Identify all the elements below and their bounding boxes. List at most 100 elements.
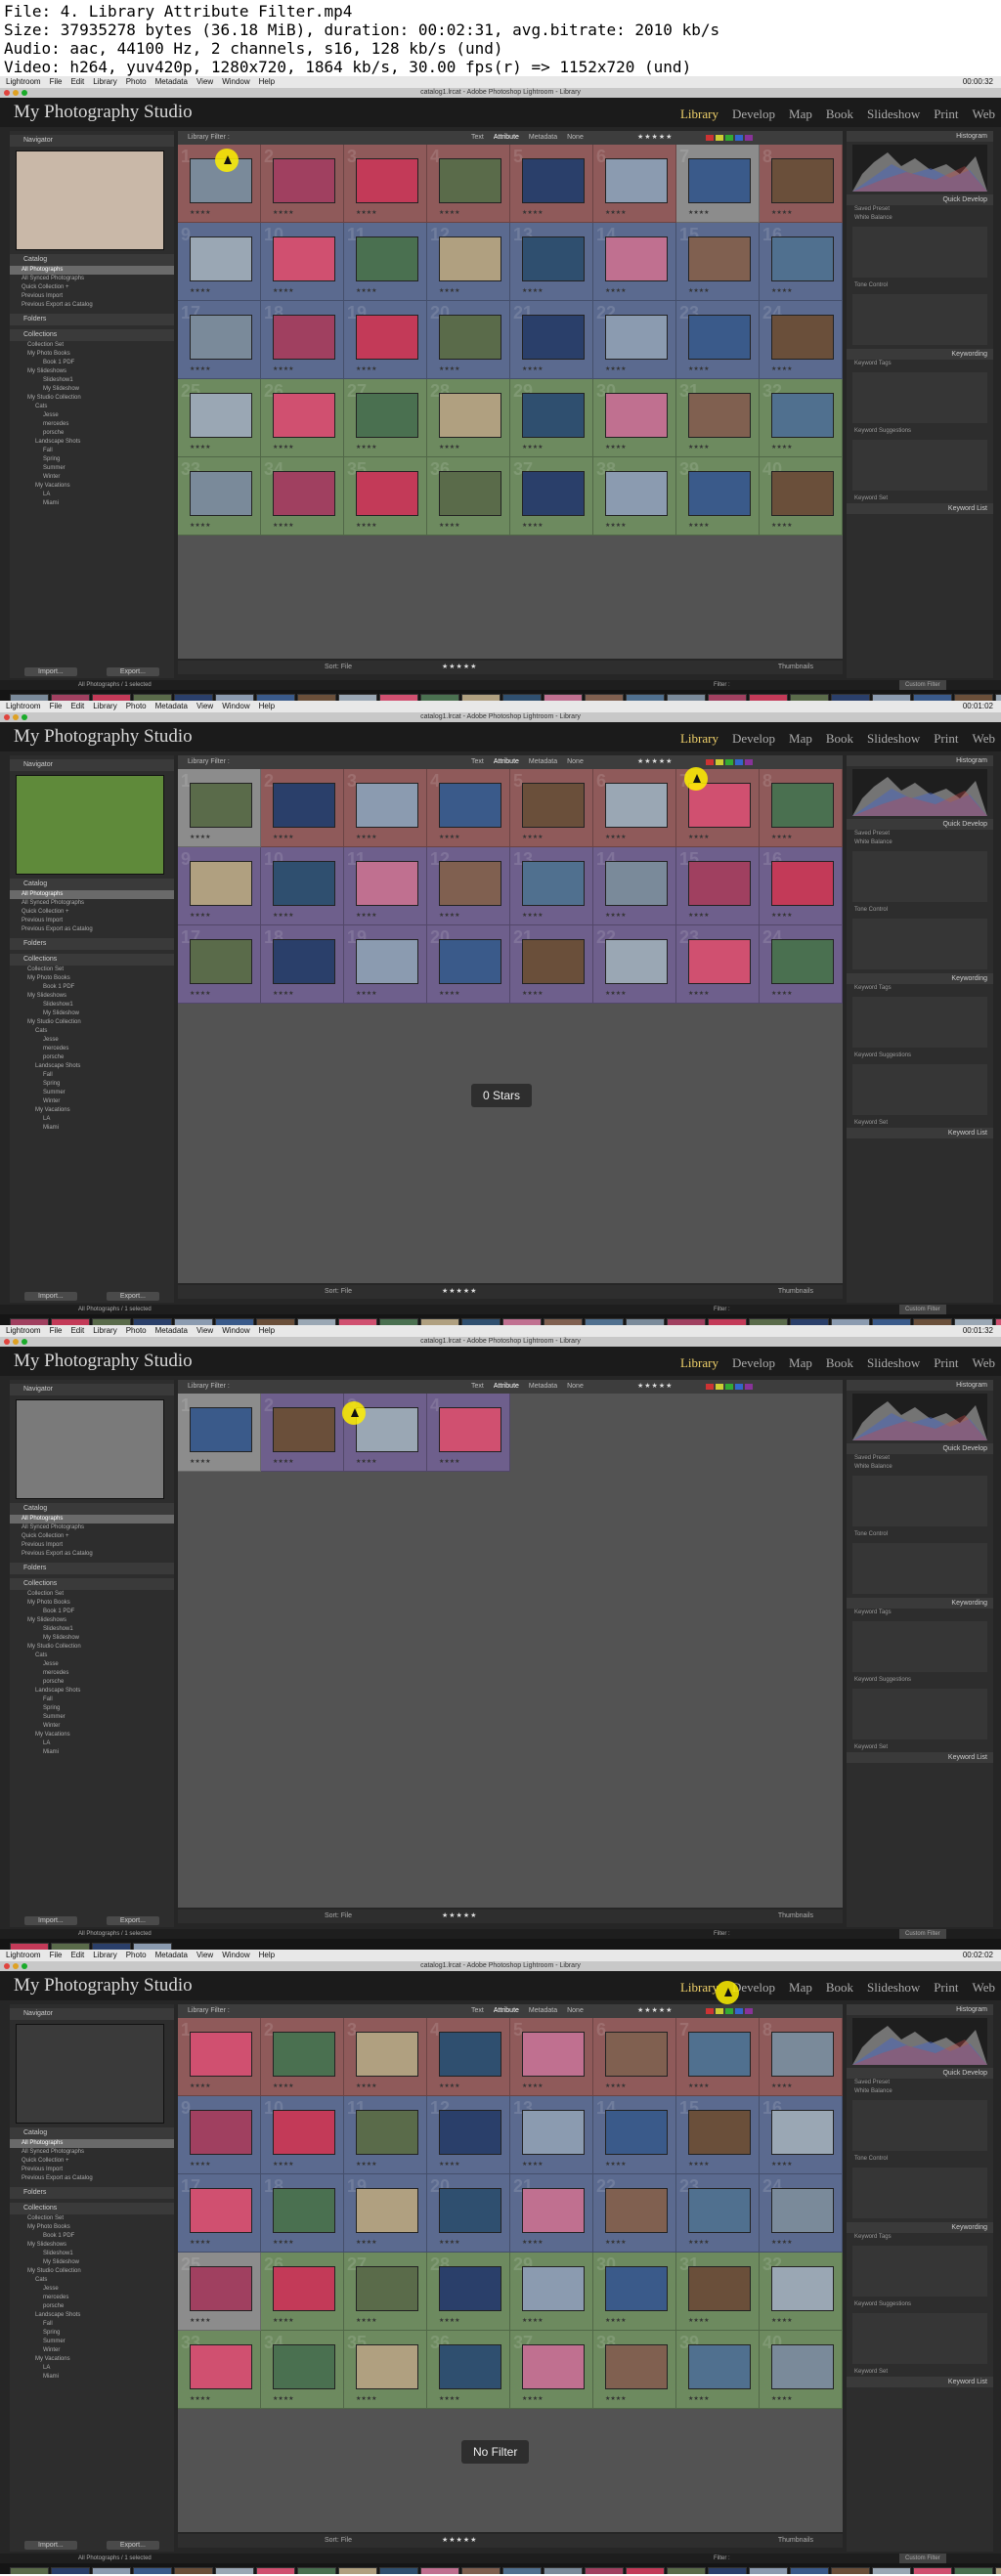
grid-cell[interactable]: 24 ★★★★ bbox=[760, 301, 843, 379]
import-button[interactable]: Import... bbox=[24, 1915, 77, 1925]
collection-item[interactable]: Miami bbox=[10, 2373, 174, 2382]
purple-label-swatch[interactable] bbox=[745, 759, 753, 765]
menu-item[interactable]: Photo bbox=[126, 701, 147, 712]
menu-item[interactable]: Window bbox=[222, 1325, 249, 1337]
green-label-swatch[interactable] bbox=[725, 1384, 733, 1390]
blue-label-swatch[interactable] bbox=[735, 2008, 743, 2014]
navigator-preview[interactable] bbox=[16, 2024, 164, 2124]
filmstrip-thumbnail[interactable] bbox=[133, 694, 172, 701]
thumbnail-image[interactable] bbox=[190, 2344, 252, 2389]
collection-item[interactable]: Winter bbox=[10, 2346, 174, 2355]
import-button[interactable]: Import... bbox=[24, 1291, 77, 1301]
grid-cell[interactable]: 4 ★★★★ bbox=[427, 2018, 510, 2096]
collection-item[interactable]: Summer bbox=[10, 464, 174, 473]
collection-item[interactable]: My Vacations bbox=[10, 482, 174, 491]
grid-cell[interactable]: 4 ★★★★ bbox=[427, 145, 510, 223]
white-balance-controls[interactable] bbox=[852, 227, 987, 278]
filmstrip-thumbnail[interactable] bbox=[215, 1318, 254, 1325]
filter-tab-attribute[interactable]: Attribute bbox=[494, 2004, 519, 2018]
filmstrip-thumbnail[interactable] bbox=[667, 694, 706, 701]
thumbnail-image[interactable] bbox=[273, 315, 335, 360]
menu-item[interactable]: Metadata bbox=[155, 1325, 188, 1337]
collection-item[interactable]: Cats bbox=[10, 1652, 174, 1660]
purple-label-swatch[interactable] bbox=[745, 1384, 753, 1390]
collection-item[interactable]: Fall bbox=[10, 1696, 174, 1704]
thumbnail-image[interactable] bbox=[688, 2188, 751, 2233]
grid-cell[interactable]: 25 ★★★★ bbox=[178, 2253, 261, 2331]
thumbnail-image[interactable] bbox=[356, 393, 418, 438]
module-print[interactable]: Print bbox=[934, 731, 958, 747]
color-label-filter[interactable] bbox=[706, 1384, 753, 1390]
thumbnail-image[interactable] bbox=[771, 315, 834, 360]
filter-tab-none[interactable]: None bbox=[567, 755, 584, 769]
collection-item[interactable]: Summer bbox=[10, 2338, 174, 2346]
keywording-header[interactable]: Keywording bbox=[847, 973, 993, 984]
thumbnail-image[interactable] bbox=[522, 393, 585, 438]
grid-cell[interactable]: 17 ★★★★ bbox=[178, 925, 261, 1004]
thumbnail-image[interactable] bbox=[356, 2266, 418, 2311]
grid-cell[interactable]: 25 ★★★★ bbox=[178, 379, 261, 457]
grid-cell[interactable]: 8 ★★★★ bbox=[760, 2018, 843, 2096]
menu-item[interactable]: View bbox=[196, 76, 213, 88]
collection-item[interactable]: Book 1 PDF bbox=[10, 359, 174, 367]
grid-cell[interactable]: 20 ★★★★ bbox=[427, 2174, 510, 2253]
filmstrip-thumbnail[interactable] bbox=[461, 694, 500, 701]
collection-item[interactable]: Fall bbox=[10, 1071, 174, 1080]
thumbnail-image[interactable] bbox=[605, 2110, 668, 2155]
collection-item[interactable]: Jesse bbox=[10, 1036, 174, 1045]
grid-cell[interactable]: 36 ★★★★ bbox=[427, 457, 510, 536]
filmstrip-source[interactable]: All Photographs / 1 selected bbox=[78, 2554, 152, 2563]
grid-cell[interactable]: 30 ★★★★ bbox=[593, 2253, 676, 2331]
blue-label-swatch[interactable] bbox=[735, 135, 743, 141]
thumbnail-image[interactable] bbox=[273, 2032, 335, 2077]
sort-control[interactable]: Sort: File bbox=[325, 1910, 352, 1923]
white-balance-controls[interactable] bbox=[852, 1476, 987, 1526]
collection-item[interactable]: Winter bbox=[10, 473, 174, 482]
keyword-list-header[interactable]: Keyword List bbox=[847, 2377, 993, 2387]
filmstrip-thumbnail[interactable] bbox=[215, 694, 254, 701]
collection-item[interactable]: My Slideshows bbox=[10, 1616, 174, 1625]
blue-label-swatch[interactable] bbox=[735, 759, 743, 765]
saved-preset-row[interactable]: Saved Preset bbox=[847, 830, 993, 838]
collection-item[interactable]: Cats bbox=[10, 2276, 174, 2285]
toolbar-rating-stars[interactable]: ★★★★★ bbox=[442, 1910, 477, 1923]
filmstrip-thumbnail[interactable] bbox=[913, 1318, 952, 1325]
keyword-list-header[interactable]: Keyword List bbox=[847, 1752, 993, 1763]
zoom-icon[interactable] bbox=[22, 1963, 27, 1969]
menu-item[interactable]: Window bbox=[222, 1950, 249, 1961]
filmstrip-thumbnail[interactable] bbox=[790, 1318, 829, 1325]
grid-cell[interactable]: 40 ★★★★ bbox=[760, 2331, 843, 2409]
filter-tab-none[interactable]: None bbox=[567, 1380, 584, 1394]
saved-preset-row[interactable]: Saved Preset bbox=[847, 1454, 993, 1463]
collection-item[interactable]: Landscape Shots bbox=[10, 1687, 174, 1696]
yellow-label-swatch[interactable] bbox=[716, 759, 723, 765]
keyword-suggestions-box[interactable] bbox=[852, 1064, 987, 1115]
module-library[interactable]: Library bbox=[680, 107, 718, 122]
grid-cell[interactable]: 32 ★★★★ bbox=[760, 2253, 843, 2331]
filmstrip-filter-select[interactable]: Custom Filter bbox=[899, 1929, 946, 1939]
collection-item[interactable]: mercedes bbox=[10, 2294, 174, 2302]
thumbnail-image[interactable] bbox=[439, 2266, 501, 2311]
grid-cell[interactable]: 18 ★★★★ bbox=[261, 925, 344, 1004]
thumbnail-image[interactable] bbox=[605, 158, 668, 203]
filmstrip-source[interactable]: All Photographs / 1 selected bbox=[78, 1305, 152, 1314]
thumbnail-image[interactable] bbox=[771, 2032, 834, 2077]
grid-cell[interactable]: 39 ★★★★ bbox=[676, 457, 760, 536]
grid-cell[interactable]: 16 ★★★★ bbox=[760, 223, 843, 301]
navigator-header[interactable]: Navigator bbox=[10, 759, 174, 771]
collection-item[interactable]: Slideshow1 bbox=[10, 1001, 174, 1009]
grid-cell[interactable]: 10 ★★★★ bbox=[261, 847, 344, 925]
grid-cell[interactable]: 19 ★★★★ bbox=[344, 301, 427, 379]
catalog-item[interactable]: All Synced Photographs bbox=[10, 899, 174, 908]
thumbnail-image[interactable] bbox=[605, 861, 668, 906]
blue-label-swatch[interactable] bbox=[735, 1384, 743, 1390]
export-button[interactable]: Export... bbox=[106, 666, 159, 676]
thumbnail-image[interactable] bbox=[439, 158, 501, 203]
collection-item[interactable]: Spring bbox=[10, 1704, 174, 1713]
sort-control[interactable]: Sort: File bbox=[325, 1285, 352, 1299]
grid-cell[interactable]: 31 ★★★★ bbox=[676, 2253, 760, 2331]
filmstrip-filter-select[interactable]: Custom Filter bbox=[899, 680, 946, 690]
collection-item[interactable]: My Slideshow bbox=[10, 385, 174, 394]
thumbnail-image[interactable] bbox=[522, 2344, 585, 2389]
catalog-item[interactable]: Previous Export as Catalog bbox=[10, 301, 174, 310]
